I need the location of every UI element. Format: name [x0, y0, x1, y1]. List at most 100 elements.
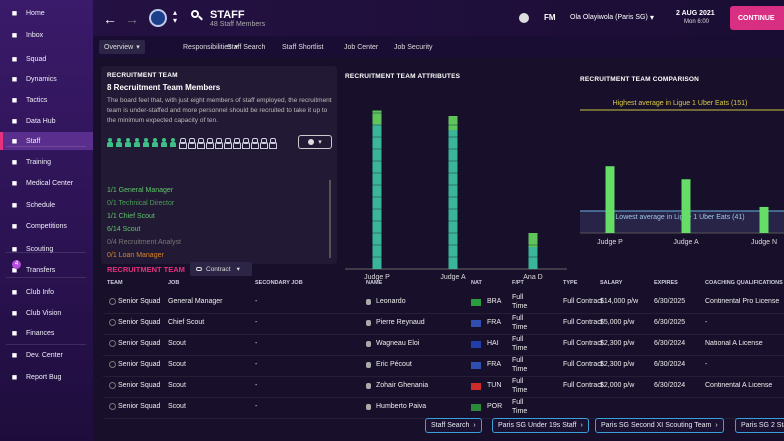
world-icon[interactable]	[519, 13, 529, 23]
tab-job-security[interactable]: Job Security	[394, 40, 433, 54]
sidebar-divider	[6, 344, 86, 345]
row-select-radio[interactable]	[109, 361, 116, 368]
row-select-radio[interactable]	[109, 319, 116, 326]
row-select-radio[interactable]	[109, 340, 116, 347]
column-header-type[interactable]: TYPE	[563, 280, 577, 286]
cell-name[interactable]: Pierre Reynaud	[376, 319, 425, 326]
tab-label: Overview	[104, 43, 134, 51]
column-header-expires[interactable]: EXPIRES	[654, 280, 678, 286]
sidebar-item-inbox[interactable]: ■ Inbox	[0, 26, 93, 44]
role-filter-dropdown[interactable]: ▾	[298, 135, 332, 149]
footer-link-paris-sg-under-19s-staff[interactable]: Paris SG Under 19s Staff ›	[492, 418, 589, 433]
column-header-job[interactable]: JOB	[168, 280, 179, 286]
shirt-icon: ■	[11, 54, 18, 64]
tab-overview[interactable]: Overview ▾	[99, 40, 145, 54]
cell-expires: 6/30/2024	[654, 340, 686, 347]
sidebar-item-scouting[interactable]: ■ Scouting	[0, 240, 93, 258]
staff-slot-icon	[206, 138, 214, 149]
club-badge-icon[interactable]	[149, 9, 167, 27]
continue-button[interactable]: CONTINUE	[730, 6, 784, 30]
cell-name[interactable]: Wagneau Eloi	[376, 340, 419, 347]
tab-staff-search[interactable]: Staff Search	[227, 40, 265, 54]
row-select-radio[interactable]	[109, 298, 116, 305]
sidebar-item-tactics[interactable]: ■ Tactics	[0, 91, 93, 109]
flag-icon	[471, 404, 481, 411]
footer-link-paris-sg-2-sta[interactable]: Paris SG 2 Sta	[735, 418, 784, 433]
column-header-f-pt[interactable]: F/PT	[512, 280, 524, 286]
column-header-name[interactable]: NAME	[366, 280, 382, 286]
cell-fpt: Full Time	[512, 378, 528, 394]
view-label: Contract	[206, 265, 231, 273]
x-tick-label: Ana D	[523, 274, 542, 281]
cell-sec: -	[255, 340, 258, 347]
cell-name[interactable]: Leonardo	[376, 298, 406, 305]
sidebar-item-club-vision[interactable]: ■ Club Vision	[0, 304, 93, 322]
recruitment-title: 8 Recruitment Team Members	[107, 83, 221, 92]
staff-slot-icon	[215, 138, 223, 149]
column-header-coaching-qualifications[interactable]: COACHING QUALIFICATIONS	[705, 280, 783, 286]
sidebar-item-home[interactable]: ■ Home	[0, 4, 93, 22]
column-header-nat[interactable]: NAT	[471, 280, 482, 286]
flag-icon	[471, 383, 481, 390]
chevron-down-icon: ▾	[318, 139, 322, 146]
table-row[interactable]: Senior Squad Scout - Wagneau Eloi HAI Full Ti…	[93, 334, 784, 355]
cell-qual: Continental A License	[705, 382, 773, 389]
sidebar-item-training[interactable]: ■ Training	[0, 153, 93, 171]
row-select-radio[interactable]	[109, 403, 116, 410]
column-header-salary[interactable]: SALARY	[600, 280, 622, 286]
table-row[interactable]: Senior Squad Scout - Eric Pécout FRA Full Tim…	[93, 355, 784, 376]
row-select-radio[interactable]	[109, 382, 116, 389]
cell-qual: -	[705, 361, 708, 368]
manager-chevron-down-icon[interactable]: ▾	[650, 13, 654, 22]
sidebar-item-label: Report Bug	[26, 373, 62, 381]
staff-slot-icon	[116, 138, 122, 147]
cell-expires: 6/30/2024	[654, 361, 686, 368]
sidebar-item-schedule[interactable]: ■ Schedule	[0, 196, 93, 214]
cell-name[interactable]: Eric Pécout	[376, 361, 412, 368]
sidebar-item-finances[interactable]: ■ Finances	[0, 324, 93, 342]
sidebar-item-club-info[interactable]: ■ Club Info	[0, 283, 93, 301]
table-row[interactable]: Senior Squad Chief Scout - Pierre Reynaud FR…	[93, 313, 784, 334]
cell-fpt: Full Time	[512, 294, 528, 310]
footer-link-staff-search[interactable]: Staff Search ›	[425, 418, 482, 433]
footer-link-paris-sg-second-xi-scouting-team[interactable]: Paris SG Second XI Scouting Team ›	[595, 418, 724, 433]
back-arrow-icon[interactable]: ←	[103, 11, 117, 27]
search-icon[interactable]	[191, 10, 203, 21]
cell-fpt: Full Time	[512, 336, 528, 352]
club-switch-chevron-icon[interactable]: ▴ ▾	[173, 9, 177, 25]
column-header-secondary-job[interactable]: SECONDARY JOB	[255, 280, 303, 286]
sidebar-item-squad[interactable]: ■ Squad	[0, 50, 93, 68]
table-row[interactable]: Senior Squad Scout - Humberto Paiva POR Full …	[93, 397, 784, 418]
footer-link-label: Paris SG 2 Sta	[741, 422, 784, 429]
sidebar-item-dev-center[interactable]: ■ Dev. Center	[0, 346, 93, 364]
person-icon	[366, 341, 371, 347]
role-list-scrollbar[interactable]	[329, 180, 331, 258]
cell-fpt: Full Time	[512, 315, 528, 331]
cell-expires: 6/30/2025	[654, 319, 686, 326]
tab-staff-shortlist[interactable]: Staff Shortlist	[282, 40, 324, 54]
table-row[interactable]: Senior Squad Scout - Zohair Ghenania TUN Full…	[93, 376, 784, 397]
sidebar-item-data-hub[interactable]: ■ Data Hub	[0, 112, 93, 130]
sidebar-item-staff[interactable]: ■ Staff	[0, 132, 93, 150]
cell-nat: BRA	[487, 298, 502, 305]
x-tick-label: Judge A	[673, 239, 699, 246]
person-icon	[366, 299, 371, 305]
staff-slot-icon	[179, 138, 187, 149]
cell-job: Scout	[168, 340, 186, 347]
table-row[interactable]: Senior Squad General Manager - Leonardo BRA F…	[93, 292, 784, 313]
column-header-team[interactable]: TEAM	[107, 280, 123, 286]
tab-job-center[interactable]: Job Center	[344, 40, 378, 54]
table-section-title: RECRUITMENT TEAM	[107, 265, 185, 274]
sidebar-item-report-bug[interactable]: ■ Report Bug	[0, 368, 93, 386]
contract-view-dropdown[interactable]: Contract ▾	[190, 262, 252, 276]
manager-name[interactable]: Ola Olayiwola (Paris SG)	[570, 14, 648, 21]
forward-arrow-icon[interactable]: →	[125, 11, 139, 27]
cell-name[interactable]: Humberto Paiva	[376, 403, 426, 410]
sidebar-item-competitions[interactable]: ■ Competitions	[0, 217, 93, 235]
cell-name[interactable]: Zohair Ghenania	[376, 382, 428, 389]
sidebar-item-dynamics[interactable]: ■ Dynamics	[0, 70, 93, 88]
sidebar-item-medical-center[interactable]: ■ Medical Center	[0, 174, 93, 192]
fm-logo[interactable]: FM	[544, 13, 556, 22]
sidebar-item-label: Home	[26, 9, 45, 17]
person-icon	[366, 362, 371, 368]
